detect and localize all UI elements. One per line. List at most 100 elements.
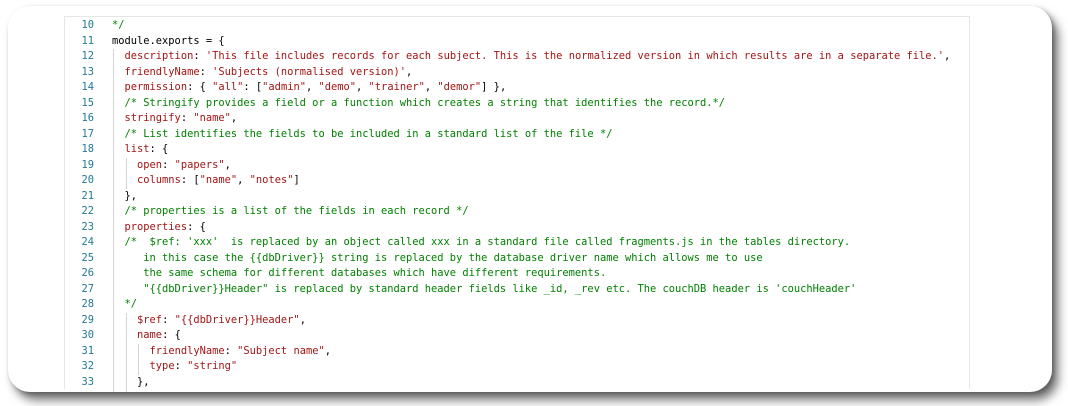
code-text: notes: { [137,390,187,392]
line-number: 31 [81,344,94,357]
code-text: the same schema for different databases … [124,266,607,282]
code-token: , [299,313,306,326]
line-number: 19 [81,158,94,171]
code-text: /* List identifies the fields to be incl… [125,127,613,143]
code-token: : { [187,81,213,93]
code-comment: the same schema for different databases … [124,267,607,279]
code-token: : { [168,391,187,392]
indent-guide [125,312,127,328]
indent-guide [138,343,140,359]
code-text: name: { [137,328,181,344]
line-number: 14 [81,81,94,93]
code-token: : [224,344,238,357]
code-string: "demor" [437,81,482,93]
line-number: 34 [64,390,94,392]
code-text: properties: { [125,220,206,236]
indent-guide [125,359,127,375]
indent-guide [125,390,127,392]
line-number: 10 [81,19,94,31]
code-text: }, [137,375,150,391]
line-number: 17 [81,127,94,140]
code-token: : [180,112,194,124]
code-token: : [193,50,206,62]
line-number: 27 [81,282,94,295]
indent-guide [125,173,127,189]
code-token: : [ [180,174,200,186]
line-number: 26 [81,267,94,279]
code-token: , [406,65,413,78]
indent-guide [113,219,114,235]
code-string: 'This file includes records for each sub… [205,50,945,62]
code-token: : { [187,220,206,233]
code-text: in this case the {{dbDriver}} string is … [125,251,762,267]
indent-guide [113,250,114,266]
code-comment: */ [124,298,138,310]
indent-guide [113,126,114,142]
code-string: "name" [193,112,231,124]
code-token: , [944,50,951,62]
code-text: /* Stringify provides a field or a funct… [125,96,726,112]
code-property: description [124,50,194,62]
code-comment: "{{dbDriver}}Header" is replaced by stan… [124,282,857,295]
code-comment: /* Stringify provides a field or a funct… [124,96,726,109]
code-token: , [224,158,231,171]
code-token: : { [162,329,181,341]
code-token: , [324,344,331,357]
line-number: 18 [81,143,94,155]
indent-guide [125,343,127,359]
code-string: "name" [199,174,238,186]
indent-guide [113,312,114,328]
code-text: friendlyName: 'Subjects (normalised vers… [125,65,413,81]
indent-guide [113,281,114,297]
indent-guide [113,235,114,251]
code-token: module.exports = { [112,34,225,47]
line-number: 32 [81,360,94,372]
code-text: */ [125,297,138,313]
code-token: , [230,112,238,124]
code-text: permission: { "all": ["admin", "demo", "… [125,80,507,96]
indent-guide [113,374,114,390]
screenshot-frame: 10 */ 11 module.exports = { 12 description: '… [8,6,1052,392]
code-string: "all" [212,81,244,93]
line-number: 13 [81,65,94,78]
line-number: 12 [81,50,94,62]
code-text: "{{dbDriver}}Header" is replaced by stan… [124,282,857,298]
line-number: 25 [81,251,94,264]
indent-guide [113,343,114,359]
line-number: 21 [81,189,94,202]
code-comment: /* List identifies the fields to be incl… [124,127,613,140]
code-token: , [356,81,369,93]
indent-guide [138,359,140,375]
code-comment: /* properties is a list of the fields in… [124,205,469,217]
code-token: , [424,81,438,93]
code-comment: */ [112,19,125,31]
indent-guide [125,374,127,390]
code-text: }, [125,189,138,205]
indent-guide [113,80,114,96]
code-text: list: { [125,142,169,158]
indent-guide [113,204,114,220]
code-string: "demo" [318,81,357,93]
code-token: : [ [243,81,263,93]
line-number: 24 [81,236,94,248]
indent-guide [113,173,114,189]
code-property: properties [124,220,188,233]
code-property: stringify [124,112,181,124]
code-property: name [137,329,163,341]
indent-guide [113,157,114,173]
line-number: 28 [81,298,94,310]
code-property: notes [137,391,168,392]
code-text: type: "string" [150,359,238,375]
line-number: 15 [81,96,94,109]
indent-guide [113,297,114,313]
code-token: ] }, [481,81,507,93]
code-property: columns [137,174,181,186]
code-text: description: 'This file includes records… [125,49,951,65]
line-number: 22 [81,205,94,217]
indent-guide [113,111,114,127]
indent-guide [113,390,114,392]
code-property: type [149,360,175,372]
code-token: : [162,313,175,326]
line-number: 11 [81,34,94,47]
code-string: "notes" [249,174,294,186]
